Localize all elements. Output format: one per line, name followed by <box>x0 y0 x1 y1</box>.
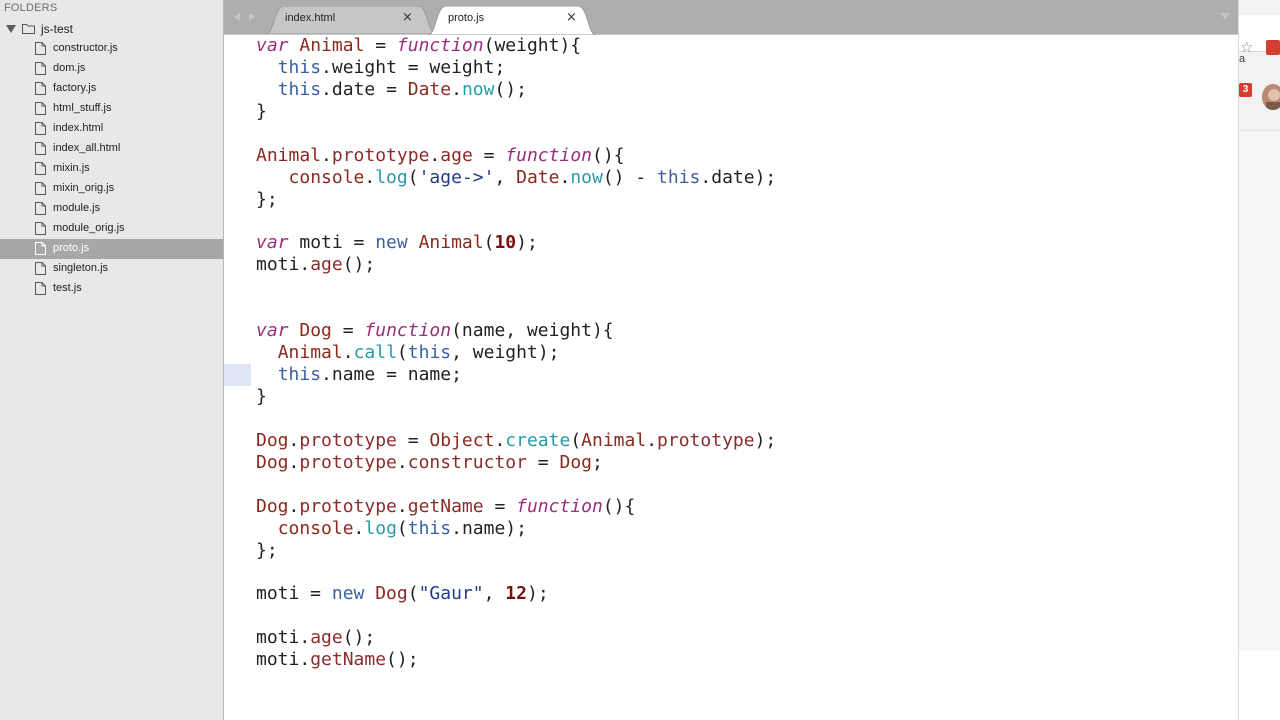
code-line[interactable]: ​ <box>256 211 776 233</box>
code-line[interactable]: var moti = new Animal(10); <box>256 232 776 254</box>
avatar-face-icon <box>1262 84 1280 110</box>
file-label: singleton.js <box>53 262 109 274</box>
folder-icon <box>22 24 35 34</box>
file-label: html_stuff.js <box>53 102 112 114</box>
file-icon <box>35 122 46 135</box>
browser-search-fragment: a <box>1239 53 1246 65</box>
code-content[interactable]: var Animal = function(weight){ this.weig… <box>256 35 776 671</box>
file-icon <box>35 62 46 75</box>
code-line[interactable]: var Animal = function(weight){ <box>256 35 776 57</box>
tab-index-html[interactable]: index.html × <box>266 6 436 34</box>
file-icon <box>35 82 46 95</box>
file-icon <box>35 202 46 215</box>
code-line[interactable]: Animal.prototype.age = function(){ <box>256 145 776 167</box>
root-folder-label: js-test <box>41 22 74 36</box>
sidebar-file-item[interactable]: constructor.js <box>0 39 223 59</box>
sidebar-file-item[interactable]: index_all.html <box>0 139 223 159</box>
file-icon <box>35 102 46 115</box>
tab-close-icon[interactable]: × <box>566 10 577 25</box>
file-label: module_orig.js <box>53 222 125 234</box>
browser-content-area <box>1239 130 1280 651</box>
file-label: module.js <box>53 202 101 214</box>
code-line[interactable]: moti.age(); <box>256 627 776 649</box>
extension-icon[interactable] <box>1266 40 1280 55</box>
code-line[interactable]: Dog.prototype = Object.create(Animal.pro… <box>256 430 776 452</box>
file-icon <box>35 142 46 155</box>
tree-root-folder[interactable]: js-test <box>0 20 223 38</box>
code-line[interactable]: ​ <box>256 408 776 430</box>
file-label: index_all.html <box>53 142 121 154</box>
tab-close-icon[interactable]: × <box>402 10 413 25</box>
sidebar-file-item[interactable]: proto.js <box>0 239 223 259</box>
code-line[interactable]: this.name = name; <box>256 364 776 386</box>
code-line[interactable]: this.date = Date.now(); <box>256 79 776 101</box>
sidebar-file-item[interactable]: factory.js <box>0 79 223 99</box>
sidebar-file-item[interactable]: dom.js <box>0 59 223 79</box>
code-editor[interactable]: var Animal = function(weight){ this.weig… <box>224 35 1238 720</box>
file-icon <box>35 262 46 275</box>
tab-label: proto.js <box>448 12 485 24</box>
sidebar: FOLDERS js-test constructor.js dom.js fact… <box>0 0 224 720</box>
sidebar-file-item[interactable]: index.html <box>0 119 223 139</box>
code-line[interactable]: }; <box>256 189 776 211</box>
file-label: mixin_orig.js <box>53 182 115 194</box>
file-icon <box>35 242 46 255</box>
file-label: factory.js <box>53 82 97 94</box>
sidebar-file-item[interactable]: singleton.js <box>0 259 223 279</box>
sidebar-file-item[interactable]: test.js <box>0 279 223 299</box>
code-line[interactable]: moti = new Dog("Gaur", 12); <box>256 583 776 605</box>
code-line[interactable]: Animal.call(this, weight); <box>256 342 776 364</box>
current-line-gutter-highlight <box>224 364 251 386</box>
sidebar-file-item[interactable]: module_orig.js <box>0 219 223 239</box>
code-line[interactable]: ​ <box>256 298 776 320</box>
file-label: test.js <box>53 282 82 294</box>
disclosure-triangle-icon[interactable] <box>6 25 16 33</box>
file-icon <box>35 42 46 55</box>
file-label: mixin.js <box>53 162 90 174</box>
tab-label: index.html <box>285 12 336 24</box>
code-line[interactable]: } <box>256 386 776 408</box>
sidebar-file-item[interactable]: mixin_orig.js <box>0 179 223 199</box>
sidebar-file-item[interactable]: html_stuff.js <box>0 99 223 119</box>
sidebar-file-item[interactable]: mixin.js <box>0 159 223 179</box>
tab-forward-arrow-icon[interactable] <box>249 13 255 21</box>
tab-proto-js[interactable]: proto.js × <box>428 6 596 35</box>
browser-toolbar: ☆ <box>1239 15 1280 56</box>
code-line[interactable]: }; <box>256 540 776 562</box>
code-line[interactable]: } <box>256 101 776 123</box>
code-line[interactable]: ​ <box>256 605 776 627</box>
code-line[interactable]: moti.age(); <box>256 254 776 276</box>
file-icon <box>35 282 46 295</box>
file-label: index.html <box>53 122 104 134</box>
code-line[interactable]: var Dog = function(name, weight){ <box>256 320 776 342</box>
code-line[interactable]: this.weight = weight; <box>256 57 776 79</box>
tab-back-arrow-icon[interactable] <box>234 13 240 21</box>
code-line[interactable]: ​ <box>256 276 776 298</box>
file-label: dom.js <box>53 62 86 74</box>
code-line[interactable]: console.log('age->', Date.now() - this.d… <box>256 167 777 189</box>
file-icon <box>35 182 46 195</box>
file-icon <box>35 162 46 175</box>
code-line[interactable]: ​ <box>256 123 776 145</box>
code-line[interactable]: console.log(this.name); <box>256 518 776 540</box>
folders-header: FOLDERS <box>4 2 58 14</box>
code-line[interactable]: ​ <box>256 562 776 584</box>
tab-bar: index.html × proto.js × <box>224 0 1238 35</box>
code-line[interactable]: Dog.prototype.constructor = Dog; <box>256 452 776 474</box>
avatar[interactable] <box>1262 84 1280 110</box>
code-line[interactable]: moti.getName(); <box>256 649 776 671</box>
tab-list-dropdown-icon[interactable] <box>1220 13 1230 19</box>
code-line[interactable]: ​ <box>256 474 776 496</box>
file-label: proto.js <box>53 242 90 254</box>
sidebar-file-item[interactable]: module.js <box>0 199 223 219</box>
browser-window-partial: ☆ a 3 <box>1238 0 1280 720</box>
code-line[interactable]: Dog.prototype.getName = function(){ <box>256 496 776 518</box>
file-label: constructor.js <box>53 42 118 54</box>
file-icon <box>35 222 46 235</box>
notification-badge[interactable]: 3 <box>1239 83 1252 97</box>
